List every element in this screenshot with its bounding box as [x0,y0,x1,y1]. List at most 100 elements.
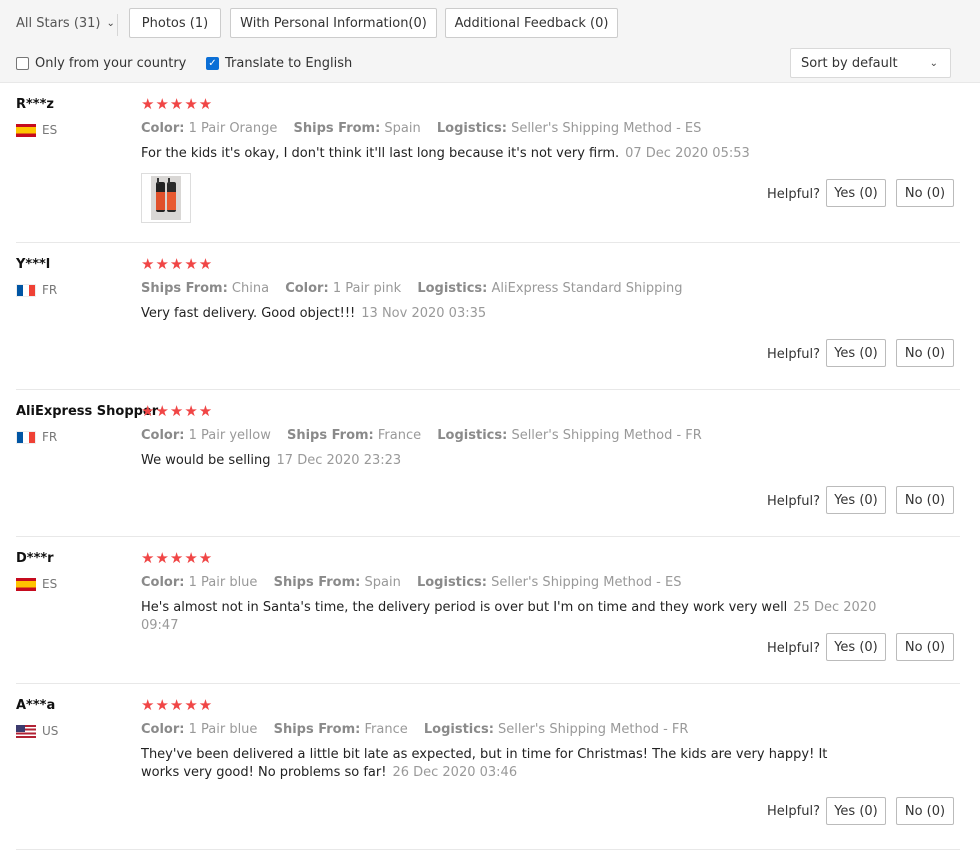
star-rating: ★★★★★ [141,549,214,567]
review-item: AliExpress Shopper FR ★★★★★ Color: 1 Pai… [0,390,980,537]
helpful-yes-button[interactable]: Yes (0) [826,486,886,514]
country-code: FR [42,430,58,444]
only-country-option[interactable]: Only from your country [16,56,186,71]
review-meta: Color: 1 Pair blue Ships From: Spain Log… [141,575,693,590]
meta-value: 1 Pair Orange [188,121,278,136]
review-text: They've been delivered a little bit late… [141,746,841,782]
meta-value: Seller's Shipping Method - FR [498,722,689,737]
meta-key: Ships From: [293,121,381,136]
additional-feedback-filter-button[interactable]: Additional Feedback (0) [445,8,618,38]
meta-key: Logistics: [417,281,488,296]
meta-key: Logistics: [437,428,508,443]
divider [117,14,118,36]
review-body: He's almost not in Santa's time, the del… [141,600,788,615]
helpful-yes-button[interactable]: Yes (0) [826,633,886,661]
reviewer-name: R***z [16,97,54,112]
reviewer-name: Y***l [16,257,51,272]
helpful-no-button[interactable]: No (0) [896,633,954,661]
review-divider [16,849,960,850]
helpful-label: Helpful? [767,494,820,509]
country-code: FR [42,283,58,297]
meta-key: Ships From: [273,575,361,590]
translate-checkbox[interactable]: ✓ [206,57,219,70]
photos-filter-button[interactable]: Photos (1) [129,8,221,38]
helpful-yes-button[interactable]: Yes (0) [826,179,886,207]
meta-key: Ships From: [273,722,361,737]
product-photo-icon [151,176,181,220]
meta-value: France [364,722,408,737]
review-body: For the kids it's okay, I don't think it… [141,146,620,161]
reviewer-country: ES [16,577,57,591]
meta-key: Color: [285,281,329,296]
meta-value: Spain [364,575,401,590]
reviewer-name: AliExpress Shopper [16,404,159,419]
helpful-label: Helpful? [767,187,820,202]
meta-value: Seller's Shipping Method - ES [491,575,682,590]
reviewer-country: US [16,724,58,738]
review-date: 26 Dec 2020 03:46 [392,765,518,780]
france-flag-icon [16,283,36,297]
meta-key: Color: [141,575,185,590]
personal-info-filter-button[interactable]: With Personal Information(0) [230,8,437,38]
sort-select[interactable]: Sort by default ⌄ [790,48,951,78]
country-code: ES [42,123,58,137]
filter-bar: All Stars (31) ⌄ Photos (1) With Persona… [0,0,980,83]
helpful-no-button[interactable]: No (0) [896,797,954,825]
review-body: We would be selling [141,453,271,468]
helpful-no-button[interactable]: No (0) [896,339,954,367]
helpful-label: Helpful? [767,347,820,362]
helpful-yes-button[interactable]: Yes (0) [826,339,886,367]
helpful-no-button[interactable]: No (0) [896,486,954,514]
reviewer-name: D***r [16,551,54,566]
reviewer-country: FR [16,283,57,297]
review-text: For the kids it's okay, I don't think it… [141,145,861,163]
review-date: 13 Nov 2020 03:35 [361,306,487,321]
translate-option[interactable]: ✓ Translate to English [206,56,352,71]
meta-value: AliExpress Standard Shipping [491,281,683,296]
meta-key: Logistics: [436,121,507,136]
sort-select-value: Sort by default [801,55,898,71]
review-item: R***z ES ★★★★★ Color: 1 Pair Orange Ship… [0,83,980,243]
review-meta: Color: 1 Pair Orange Ships From: Spain L… [141,121,713,136]
meta-key: Ships From: [286,428,374,443]
spain-flag-icon [16,123,36,137]
review-item: D***r ES ★★★★★ Color: 1 Pair blue Ships … [0,537,980,684]
meta-key: Color: [141,121,185,136]
meta-key: Logistics: [416,575,487,590]
meta-value: 1 Pair blue [188,575,258,590]
helpful-no-button[interactable]: No (0) [896,179,954,207]
helpful-label: Helpful? [767,804,820,819]
us-flag-icon [16,724,36,738]
meta-value: Seller's Shipping Method - ES [511,121,702,136]
meta-key: Logistics: [423,722,494,737]
star-rating: ★★★★★ [141,402,214,420]
spain-flag-icon [16,577,36,591]
meta-key: Color: [141,428,185,443]
france-flag-icon [16,430,36,444]
star-rating: ★★★★★ [141,95,214,113]
only-country-checkbox[interactable] [16,57,29,70]
reviewer-country: FR [16,430,57,444]
helpful-yes-button[interactable]: Yes (0) [826,797,886,825]
star-rating: ★★★★★ [141,255,214,273]
review-meta: Color: 1 Pair yellow Ships From: France … [141,428,714,443]
review-item: Y***l FR ★★★★★ Ships From: China Color: … [0,243,980,390]
stars-filter-label: All Stars (31) [16,16,101,31]
meta-value: 1 Pair blue [188,722,258,737]
helpful-label: Helpful? [767,641,820,656]
stars-filter-dropdown[interactable]: All Stars (31) ⌄ [16,16,115,31]
meta-value: 1 Pair yellow [188,428,271,443]
chevron-down-icon: ⌄ [106,18,115,29]
translate-label: Translate to English [225,56,353,71]
reviewer-name: A***a [16,698,56,713]
meta-value: Seller's Shipping Method - FR [511,428,702,443]
star-rating: ★★★★★ [141,696,214,714]
chevron-down-icon: ⌄ [929,57,938,69]
review-photo-thumbnail[interactable] [141,173,191,223]
meta-value: Spain [384,121,421,136]
review-text: Very fast delivery. Good object!!! 13 Nov… [141,305,861,323]
review-meta: Ships From: China Color: 1 Pair pink Log… [141,281,694,296]
reviewer-country: ES [16,123,57,137]
meta-key: Color: [141,722,185,737]
review-meta: Color: 1 Pair blue Ships From: France Lo… [141,722,700,737]
